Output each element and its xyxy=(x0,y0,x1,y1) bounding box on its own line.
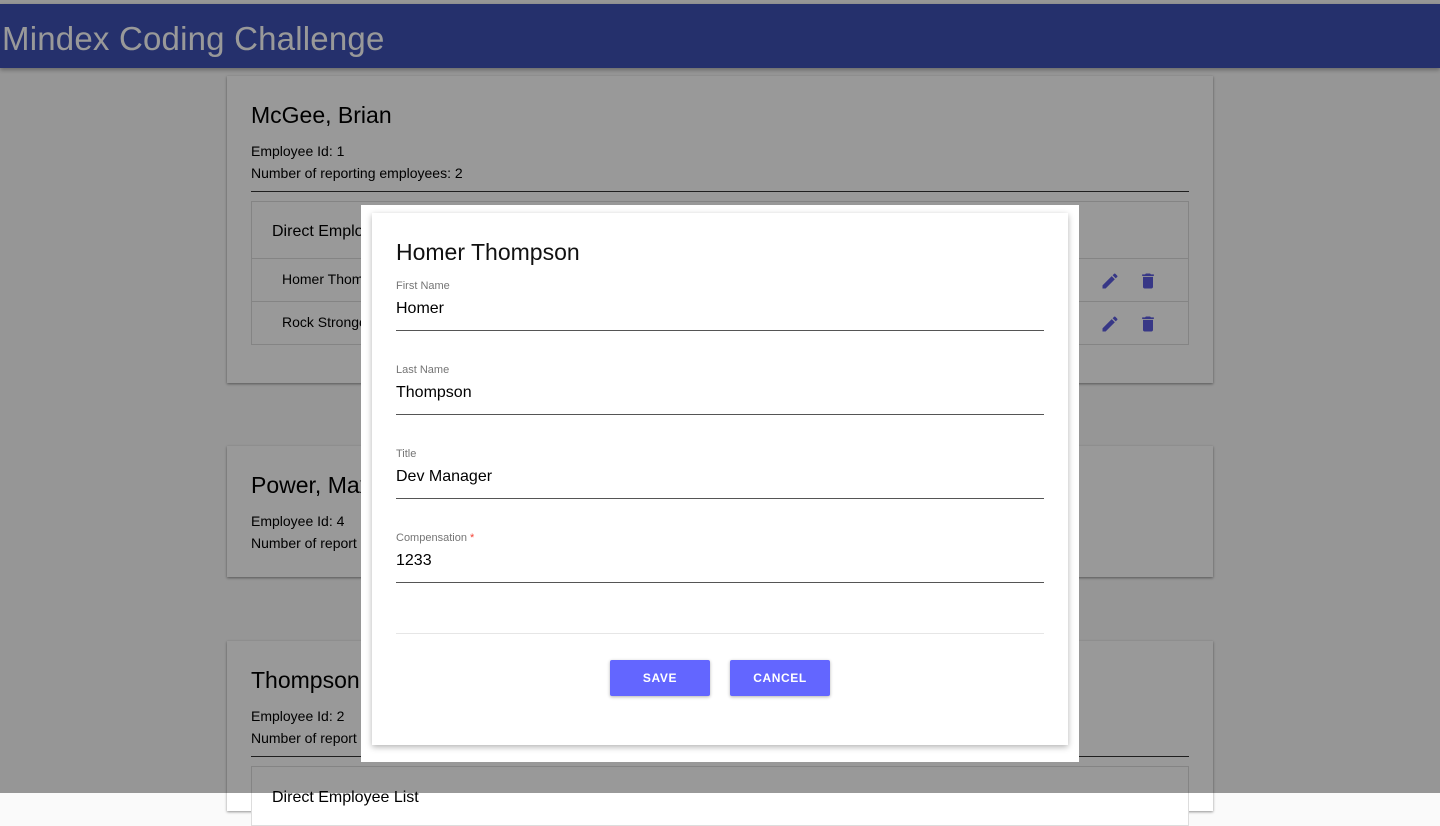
title-label: Title xyxy=(396,448,417,460)
first-name-input[interactable] xyxy=(396,297,1044,321)
field-underline xyxy=(396,498,1044,499)
last-name-label: Last Name xyxy=(396,364,450,376)
required-marker: * xyxy=(470,532,475,544)
last-name-input[interactable] xyxy=(396,381,1044,405)
compensation-input[interactable] xyxy=(396,549,1044,573)
dialog-divider xyxy=(396,633,1044,634)
field-underline xyxy=(396,330,1044,331)
dialog-title: Homer Thompson xyxy=(396,239,580,265)
compensation-label: Compensation xyxy=(396,532,467,544)
title-field: Title xyxy=(396,448,1044,504)
title-input[interactable] xyxy=(396,465,1044,489)
first-name-label: First Name xyxy=(396,280,450,292)
field-underline xyxy=(396,582,1044,583)
edit-employee-dialog: Homer Thompson First Name Last Name Titl… xyxy=(372,213,1068,745)
last-name-field: Last Name xyxy=(396,364,1044,420)
save-button[interactable]: SAVE xyxy=(610,660,710,696)
field-underline xyxy=(396,414,1044,415)
compensation-field: Compensation * xyxy=(396,532,1044,588)
cancel-button[interactable]: CANCEL xyxy=(730,660,830,696)
first-name-field: First Name xyxy=(396,280,1044,336)
compensation-label-wrap: Compensation * xyxy=(396,532,474,544)
